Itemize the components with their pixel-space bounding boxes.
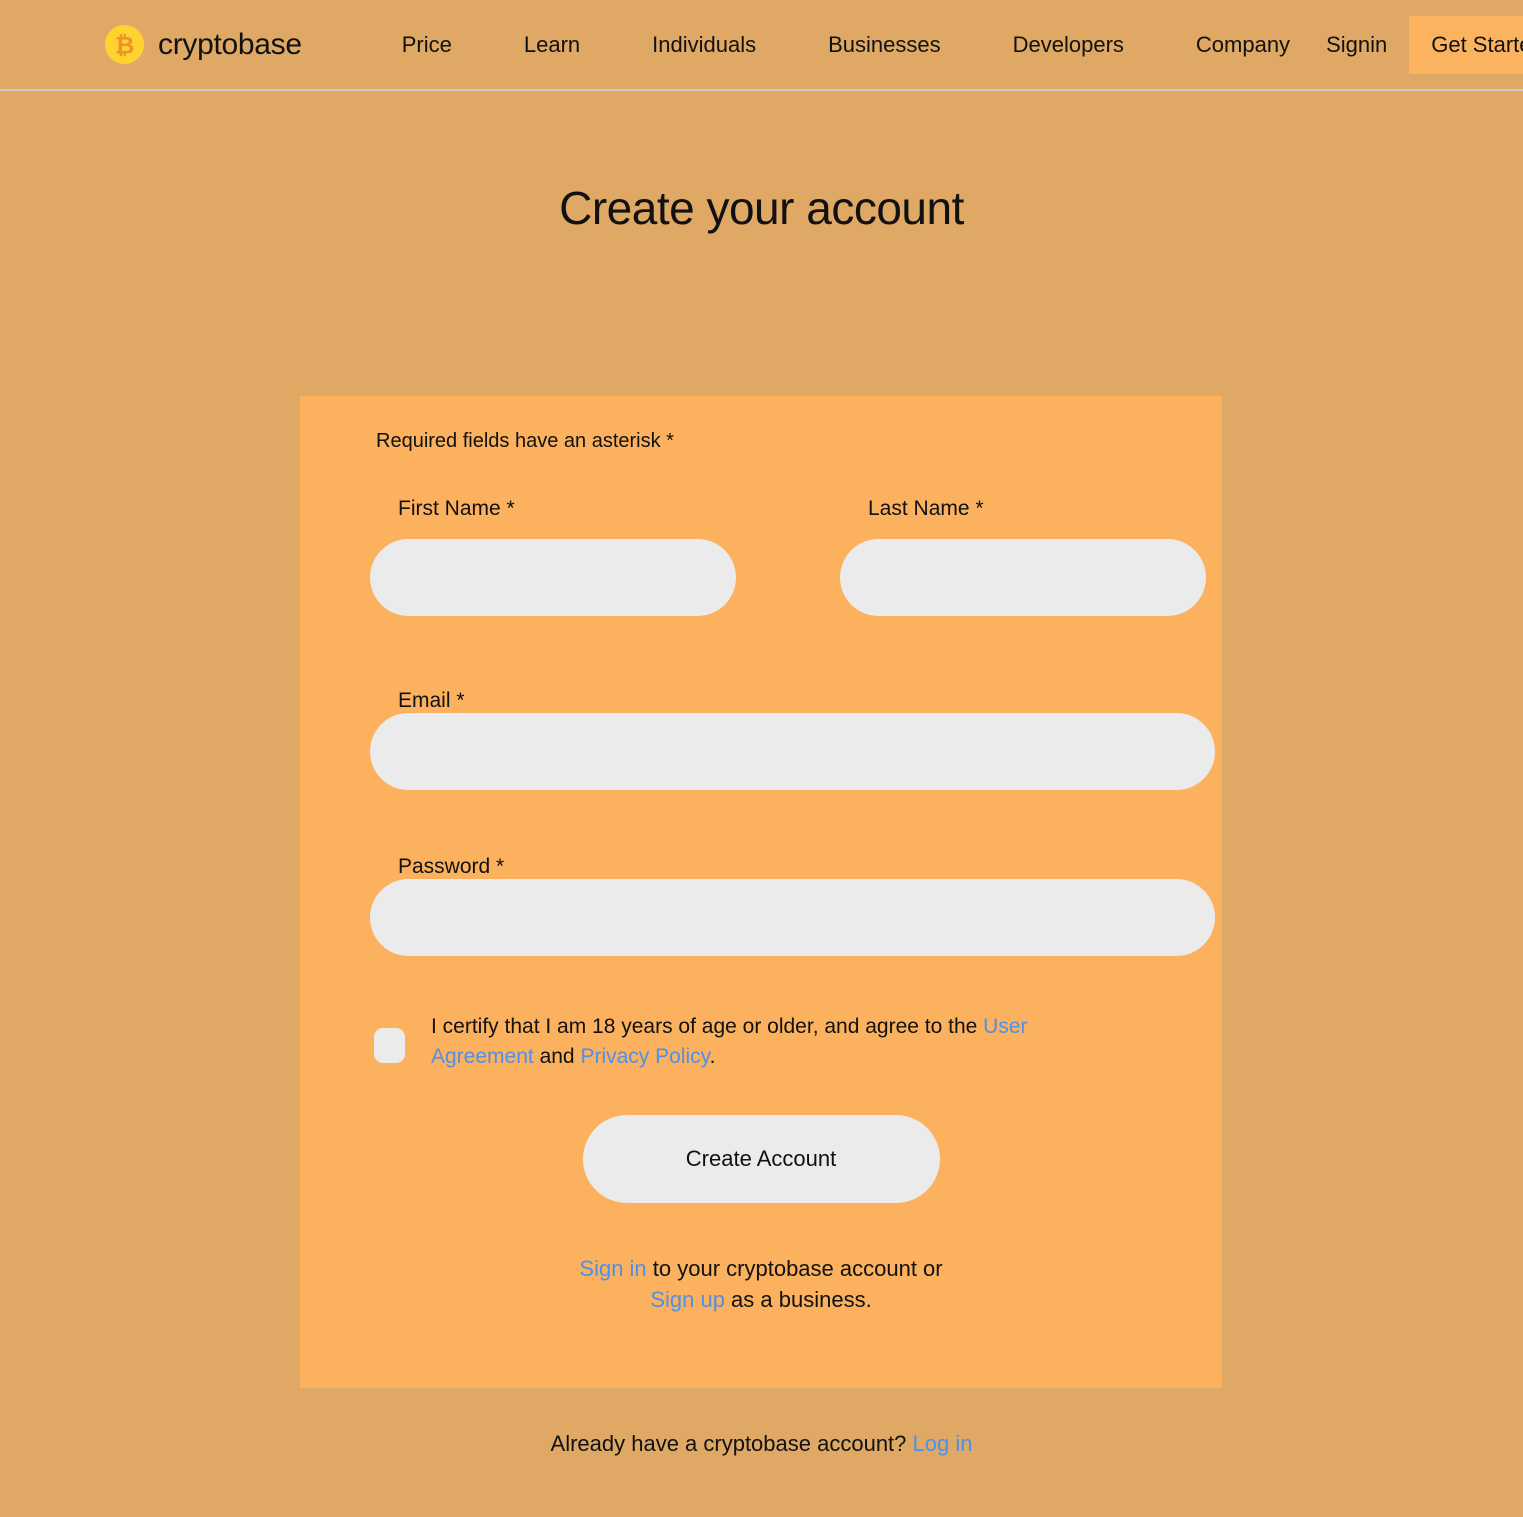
last-name-label: Last Name *	[868, 497, 984, 520]
sign-up-link[interactable]: Sign up	[650, 1287, 725, 1312]
existing-account-note: Already have a cryptobase account? Log i…	[0, 1431, 1523, 1457]
page-body: Create your account Required fields have…	[0, 91, 1523, 1517]
nav-links: Price Learn Individuals Businesses Devel…	[366, 0, 1326, 90]
consent-text: I certify that I am 18 years of age or o…	[431, 1012, 1031, 1072]
password-label: Password *	[398, 855, 505, 878]
consent-text-part2: and	[533, 1045, 581, 1068]
email-field-group: Email *	[344, 689, 1215, 790]
consent-row: I certify that I am 18 years of age or o…	[344, 1012, 1178, 1072]
page-title: Create your account	[559, 182, 964, 234]
consent-text-part1: I certify that I am 18 years of age or o…	[431, 1015, 984, 1038]
email-label: Email *	[398, 689, 465, 712]
sign-up-line: Sign up as a business.	[344, 1284, 1178, 1315]
sign-in-line: Sign in to your cryptobase account or	[344, 1253, 1178, 1284]
email-input[interactable]	[370, 713, 1215, 790]
log-in-link[interactable]: Log in	[913, 1431, 973, 1456]
sign-up-tail: as a business.	[724, 1287, 872, 1312]
nav-item-price[interactable]: Price	[366, 0, 488, 90]
first-name-input[interactable]	[370, 539, 736, 616]
nav-item-learn[interactable]: Learn	[488, 0, 616, 90]
bitcoin-icon: ₿	[105, 25, 144, 64]
brand-logo-link[interactable]: ₿ cryptobase	[105, 25, 302, 64]
alternate-actions: Sign in to your cryptobase account or Si…	[344, 1253, 1178, 1315]
submit-row: Create Account	[344, 1115, 1178, 1203]
nav-item-developers[interactable]: Developers	[977, 0, 1160, 90]
nav-item-individuals[interactable]: Individuals	[616, 0, 792, 90]
first-name-field-group: First Name *	[370, 497, 736, 616]
create-account-button[interactable]: Create Account	[582, 1115, 940, 1203]
sign-in-tail: to your cryptobase account or	[646, 1256, 943, 1281]
signin-link[interactable]: Signin	[1326, 32, 1409, 58]
nav-right-actions: Signin Get Started	[1326, 15, 1523, 74]
svg-text:₿: ₿	[115, 32, 135, 60]
nav-item-company[interactable]: Company	[1160, 0, 1326, 90]
nav-item-businesses[interactable]: Businesses	[792, 0, 977, 90]
password-input[interactable]	[370, 879, 1215, 956]
get-started-button[interactable]: Get Started	[1409, 15, 1523, 74]
sign-in-link[interactable]: Sign in	[579, 1256, 646, 1281]
last-name-field-group: Last Name *	[840, 497, 1206, 616]
required-fields-note: Required fields have an asterisk *	[376, 430, 674, 452]
consent-text-part3: .	[709, 1045, 716, 1068]
brand-name: cryptobase	[158, 27, 302, 61]
signup-form-card: Required fields have an asterisk * First…	[300, 396, 1222, 1388]
age-terms-checkbox[interactable]	[374, 1028, 405, 1063]
last-name-input[interactable]	[840, 539, 1206, 616]
top-navigation-bar: ₿ cryptobase Price Learn Individuals Bus…	[0, 0, 1523, 91]
password-field-group: Password *	[344, 855, 1215, 956]
name-fields-row: First Name * Last Name *	[344, 497, 1206, 616]
privacy-policy-link[interactable]: Privacy Policy	[580, 1045, 709, 1068]
existing-account-text: Already have a cryptobase account?	[550, 1431, 913, 1456]
first-name-label: First Name *	[398, 497, 515, 520]
